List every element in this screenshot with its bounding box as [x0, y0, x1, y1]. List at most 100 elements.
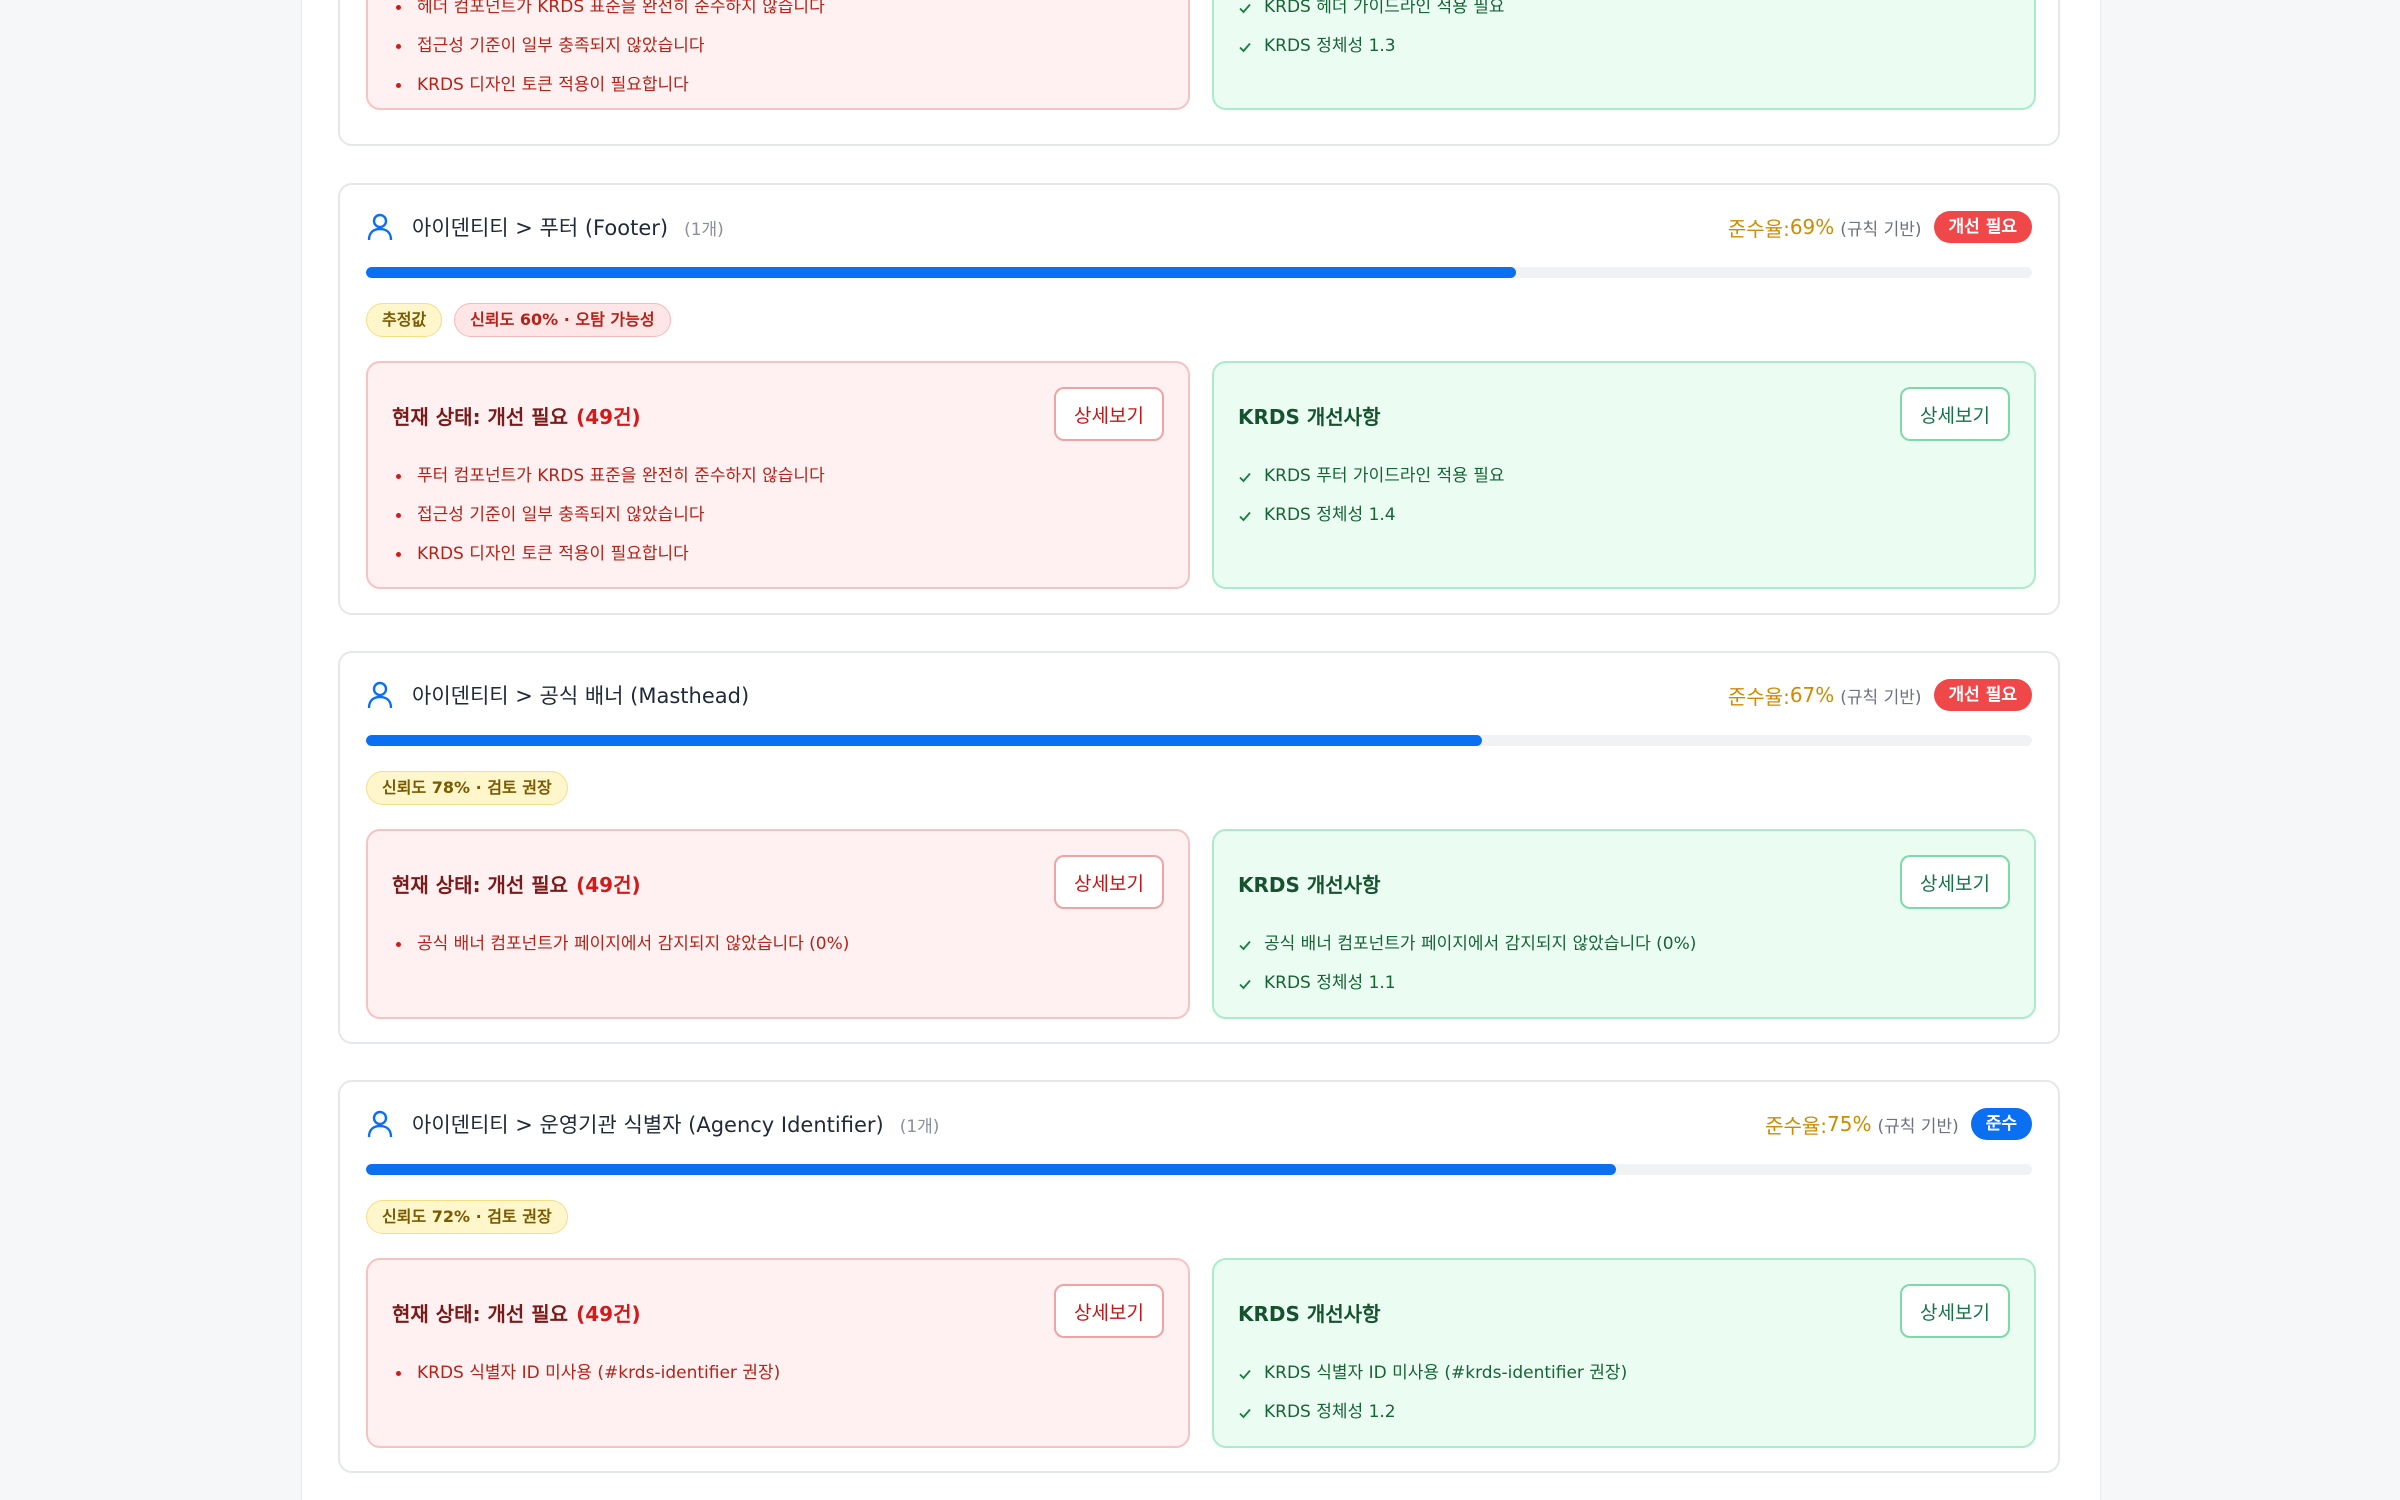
- bullet-icon: [396, 1371, 401, 1376]
- compliance-rate-label: 준수율:: [1765, 1113, 1828, 1138]
- list-item: 푸터 컴포넌트가 KRDS 표준을 완전히 준수하지 않습니다: [392, 457, 825, 496]
- bullet-icon: [396, 474, 401, 479]
- status-badge: 개선 필요: [1933, 211, 2032, 243]
- list-item: 공식 배너 컴포넌트가 페이지에서 감지되지 않았습니다 (0%): [392, 925, 849, 964]
- problem-title: 현재 상태: 개선 필요 (49건): [392, 405, 641, 429]
- list-item: KRDS 푸터 가이드라인 적용 필요: [1238, 457, 1505, 496]
- improvement-detail-button[interactable]: 상세보기: [1900, 855, 2010, 909]
- improvement-panel: KRDS 개선사항 상세보기 KRDS 푸터 가이드라인 적용 필요 KRDS 정…: [1212, 361, 2036, 589]
- bullet-icon: [396, 942, 401, 947]
- improvement-panel: KRDS 개선사항 상세보기 공식 배너 컴포넌트가 페이지에서 감지되지 않았…: [1212, 829, 2036, 1019]
- problem-detail-button[interactable]: 상세보기: [1054, 387, 1164, 441]
- card-title: 아이덴티티 > 공식 배너 (Masthead): [412, 684, 750, 708]
- compliance-basis: (규칙 기반): [1840, 687, 1922, 708]
- problem-panel: 헤더 컴포넌트가 KRDS 표준을 완전히 준수하지 않습니다 접근성 기준이 …: [366, 0, 1190, 110]
- list-item: KRDS 정체성 1.3: [1238, 27, 1505, 66]
- compliance-rate-label: 준수율:: [1727, 216, 1790, 241]
- problem-panel: 현재 상태: 개선 필요 (49건) 상세보기 공식 배너 컴포넌트가 페이지에서…: [366, 829, 1190, 1019]
- problem-panel: 현재 상태: 개선 필요 (49건) 상세보기 푸터 컴포넌트가 KRDS 표준을…: [366, 361, 1190, 589]
- card-title: 아이덴티티 > 푸터 (Footer): [412, 216, 669, 240]
- improvement-panel: KRDS 개선사항 상세보기 KRDS 식별자 ID 미사용 (#krds-id…: [1212, 1258, 2036, 1448]
- compliance-progress-bar: [366, 267, 2032, 278]
- compliance-progress-fill: [366, 735, 1483, 746]
- list-item: KRDS 정체성 1.1: [1238, 964, 1696, 1003]
- confidence-tag: 추정값: [366, 303, 443, 337]
- list-item: 공식 배너 컴포넌트가 페이지에서 감지되지 않았습니다 (0%): [1238, 925, 1696, 964]
- card-header: 아이덴티티 > 푸터 (Footer) (1개) 준수율: 69% (규칙 기반…: [366, 207, 2032, 247]
- card-header: 아이덴티티 > 공식 배너 (Masthead) 준수율: 67% (규칙 기반…: [366, 675, 2032, 715]
- check-icon: [1239, 42, 1251, 52]
- problem-list: KRDS 식별자 ID 미사용 (#krds-identifier 권장): [392, 1354, 780, 1393]
- compliance-progress-bar: [366, 1164, 2032, 1175]
- compliance-rate-value: 75%: [1827, 1112, 1872, 1136]
- compliance-rate-label: 준수율:: [1727, 684, 1790, 709]
- person-icon: [367, 681, 393, 709]
- component-card: 아이덴티티 > 공식 배너 (Masthead) 준수율: 67% (규칙 기반…: [338, 651, 2060, 1044]
- problem-title: 현재 상태: 개선 필요 (49건): [392, 1302, 641, 1326]
- check-icon: [1239, 511, 1251, 521]
- compliance-progress-fill: [366, 1164, 1616, 1175]
- list-item: 접근성 기준이 일부 충족되지 않았습니다: [392, 27, 825, 66]
- list-item: KRDS 디자인 토큰 적용이 필요합니다: [392, 66, 825, 105]
- problem-count: (49건): [576, 405, 641, 429]
- problem-list: 공식 배너 컴포넌트가 페이지에서 감지되지 않았습니다 (0%): [392, 925, 849, 964]
- check-icon: [1239, 1369, 1251, 1379]
- card-count: (1개): [899, 1116, 940, 1137]
- tag-list: 추정값 신뢰도 60% · 오탐 가능성: [366, 303, 671, 337]
- problem-detail-button[interactable]: 상세보기: [1054, 855, 1164, 909]
- problem-list: 푸터 컴포넌트가 KRDS 표준을 완전히 준수하지 않습니다 접근성 기준이 일…: [392, 457, 825, 574]
- improvement-title: KRDS 개선사항: [1238, 1302, 1381, 1326]
- problem-count: (49건): [576, 873, 641, 897]
- component-card: 아이덴티티 > 푸터 (Footer) (1개) 준수율: 69% (규칙 기반…: [338, 183, 2060, 615]
- confidence-tag: 신뢰도 72% · 검토 권장: [366, 1200, 568, 1234]
- improvement-list: KRDS 식별자 ID 미사용 (#krds-identifier 권장) KRD…: [1238, 1354, 1627, 1432]
- list-item: 접근성 기준이 일부 충족되지 않았습니다: [392, 496, 825, 535]
- card-header: 아이덴티티 > 운영기관 식별자 (Agency Identifier) (1개…: [366, 1104, 2032, 1144]
- problem-list: 헤더 컴포넌트가 KRDS 표준을 완전히 준수하지 않습니다 접근성 기준이 …: [392, 0, 825, 105]
- card-count: (1개): [684, 219, 724, 240]
- list-item: KRDS 헤더 가이드라인 적용 필요: [1238, 0, 1505, 27]
- person-icon: [367, 213, 393, 241]
- status-badge: 개선 필요: [1933, 679, 2032, 711]
- component-card-header: 헤더 컴포넌트가 KRDS 표준을 완전히 준수하지 않습니다 접근성 기준이 …: [338, 0, 2060, 146]
- improvement-list: 공식 배너 컴포넌트가 페이지에서 감지되지 않았습니다 (0%) KRDS 정체…: [1238, 925, 1696, 1003]
- card-title: 아이덴티티 > 운영기관 식별자 (Agency Identifier): [412, 1113, 884, 1137]
- bullet-icon: [396, 552, 401, 557]
- check-icon: [1239, 3, 1251, 13]
- improvement-title: KRDS 개선사항: [1238, 405, 1381, 429]
- compliance-rate-value: 67%: [1789, 683, 1835, 707]
- list-item: KRDS 정체성 1.4: [1238, 496, 1505, 535]
- list-item: KRDS 식별자 ID 미사용 (#krds-identifier 권장): [1238, 1354, 1627, 1393]
- problem-count: (49건): [576, 1302, 641, 1326]
- list-item: KRDS 정체성 1.2: [1238, 1393, 1627, 1432]
- improvement-list: KRDS 푸터 가이드라인 적용 필요 KRDS 정체성 1.4: [1238, 457, 1505, 535]
- improvement-detail-button[interactable]: 상세보기: [1900, 387, 2010, 441]
- check-icon: [1239, 979, 1251, 989]
- status-badge: 준수: [1970, 1108, 2032, 1140]
- list-item: KRDS 식별자 ID 미사용 (#krds-identifier 권장): [392, 1354, 780, 1393]
- compliance-progress-bar: [366, 735, 2032, 746]
- problem-panel: 현재 상태: 개선 필요 (49건) 상세보기 KRDS 식별자 ID 미사용 (…: [366, 1258, 1190, 1448]
- component-card: 아이덴티티 > 운영기관 식별자 (Agency Identifier) (1개…: [338, 1080, 2060, 1473]
- improvement-title: KRDS 개선사항: [1238, 873, 1381, 897]
- compliance-basis: (규칙 기반): [1877, 1116, 1959, 1137]
- tag-list: 신뢰도 72% · 검토 권장: [366, 1200, 568, 1234]
- compliance-rate-value: 69%: [1789, 215, 1835, 239]
- check-icon: [1239, 940, 1251, 950]
- list-item: 헤더 컴포넌트가 KRDS 표준을 완전히 준수하지 않습니다: [392, 0, 825, 27]
- person-icon: [367, 1110, 393, 1138]
- improvement-panel: KRDS 헤더 가이드라인 적용 필요 KRDS 정체성 1.3: [1212, 0, 2036, 110]
- compliance-basis: (규칙 기반): [1840, 219, 1922, 240]
- check-icon: [1239, 1408, 1251, 1418]
- confidence-tag: 신뢰도 60% · 오탐 가능성: [454, 303, 671, 337]
- list-item: KRDS 디자인 토큰 적용이 필요합니다: [392, 535, 825, 574]
- problem-detail-button[interactable]: 상세보기: [1054, 1284, 1164, 1338]
- problem-title: 현재 상태: 개선 필요 (49건): [392, 873, 641, 897]
- check-icon: [1239, 472, 1251, 482]
- bullet-icon: [396, 513, 401, 518]
- confidence-tag: 신뢰도 78% · 검토 권장: [366, 771, 568, 805]
- report-page: 헤더 컴포넌트가 KRDS 표준을 완전히 준수하지 않습니다 접근성 기준이 …: [301, 0, 2101, 1500]
- compliance-progress-fill: [366, 267, 1516, 278]
- tag-list: 신뢰도 78% · 검토 권장: [366, 771, 568, 805]
- improvement-detail-button[interactable]: 상세보기: [1900, 1284, 2010, 1338]
